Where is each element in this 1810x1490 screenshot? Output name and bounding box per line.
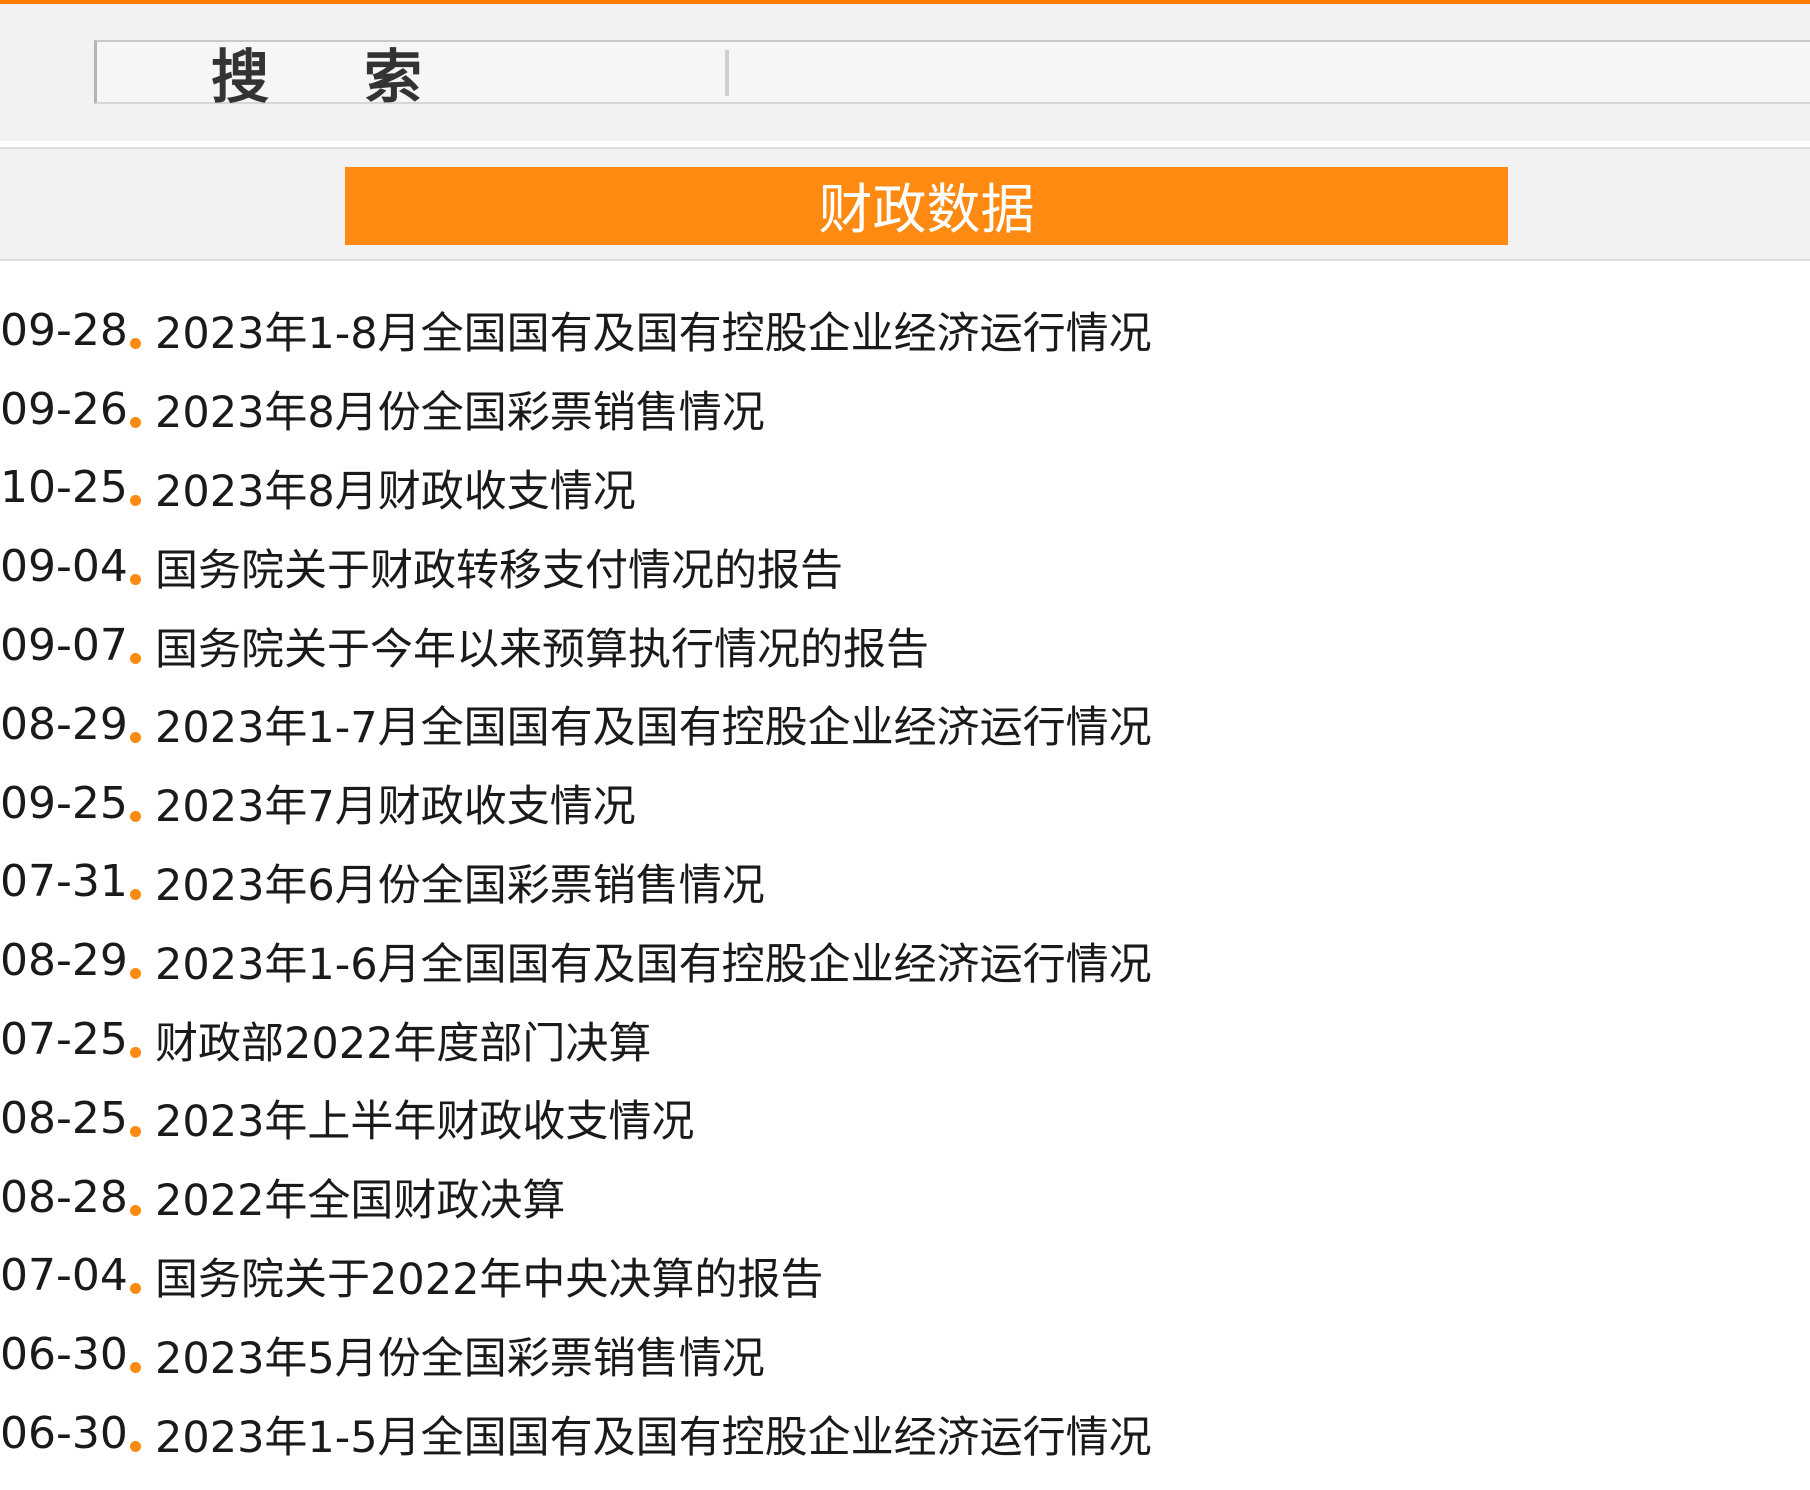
bullet-icon bbox=[130, 889, 141, 901]
news-date: 08-28 bbox=[0, 1171, 128, 1223]
search-divider bbox=[725, 50, 729, 96]
news-date: 08-25 bbox=[0, 1092, 128, 1144]
news-title-link[interactable]: 2023年1-8月全国国有及国有控股企业经济运行情况 bbox=[155, 299, 1152, 361]
news-date: 09-25 bbox=[0, 777, 128, 829]
news-item[interactable]: 08-29 2023年1-6月全国国有及国有控股企业经济运行情况 bbox=[0, 921, 1810, 1000]
news-date: 06-30 bbox=[0, 1329, 128, 1381]
news-date: 09-04 bbox=[0, 541, 128, 593]
news-title-link[interactable]: 财政部2022年度部门决算 bbox=[155, 1009, 651, 1071]
news-title-link[interactable]: 2023年1-7月全国国有及国有控股企业经济运行情况 bbox=[155, 693, 1152, 755]
news-date: 06-30 bbox=[0, 1408, 128, 1460]
news-date: 07-31 bbox=[0, 856, 128, 908]
news-date: 09-28 bbox=[0, 304, 128, 356]
news-title-link[interactable]: 国务院关于今年以来预算执行情况的报告 bbox=[155, 615, 929, 677]
news-title-link[interactable]: 2023年1-6月全国国有及国有控股企业经济运行情况 bbox=[155, 930, 1152, 992]
bullet-icon bbox=[130, 653, 141, 665]
news-date: 09-26 bbox=[0, 383, 128, 435]
bullet-icon bbox=[130, 495, 141, 507]
news-item[interactable]: 10-25 2023年8月财政收支情况 bbox=[0, 449, 1810, 528]
news-item[interactable]: 08-29 2023年1-7月全国国有及国有控股企业经济运行情况 bbox=[0, 685, 1810, 764]
bullet-icon bbox=[130, 1283, 141, 1295]
news-item[interactable]: 09-28 2023年1-8月全国国有及国有控股企业经济运行情况 bbox=[0, 291, 1810, 370]
bullet-icon bbox=[130, 337, 141, 349]
bullet-icon bbox=[130, 1204, 141, 1216]
bullet-icon bbox=[130, 1047, 141, 1059]
news-date: 09-07 bbox=[0, 620, 128, 672]
news-title-link[interactable]: 国务院关于财政转移支付情况的报告 bbox=[155, 536, 843, 598]
news-item[interactable]: 08-28 2022年全国财政决算 bbox=[0, 1158, 1810, 1237]
bullet-icon bbox=[130, 574, 141, 586]
news-title-link[interactable]: 2022年全国财政决算 bbox=[155, 1166, 565, 1228]
news-date: 10-25 bbox=[0, 462, 128, 514]
bullet-icon bbox=[130, 810, 141, 822]
search-button[interactable]: 搜索 bbox=[97, 42, 727, 111]
news-item[interactable]: 08-25 2023年上半年财政收支情况 bbox=[0, 1079, 1810, 1158]
news-title-link[interactable]: 2023年5月份全国彩票销售情况 bbox=[155, 1324, 765, 1386]
section-title: 财政数据 bbox=[345, 167, 1508, 245]
news-title-link[interactable]: 2023年上半年财政收支情况 bbox=[155, 1087, 694, 1149]
section-header: 财政数据 bbox=[0, 147, 1810, 261]
news-date: 08-29 bbox=[0, 935, 128, 987]
news-date: 08-29 bbox=[0, 698, 128, 750]
news-item[interactable]: 06-30 2023年1-5月全国国有及国有控股企业经济运行情况 bbox=[0, 1394, 1810, 1473]
search-box: 搜索 bbox=[94, 40, 1810, 111]
news-title-link[interactable]: 国务院关于2022年中央决算的报告 bbox=[155, 1245, 823, 1307]
news-item[interactable]: 07-25 财政部2022年度部门决算 bbox=[0, 1000, 1810, 1079]
bullet-icon bbox=[130, 1362, 141, 1374]
news-item[interactable]: 07-04 国务院关于2022年中央决算的报告 bbox=[0, 1237, 1810, 1316]
news-list: 09-28 2023年1-8月全国国有及国有控股企业经济运行情况 09-26 2… bbox=[0, 291, 1810, 1473]
news-item[interactable]: 06-30 2023年5月份全国彩票销售情况 bbox=[0, 1315, 1810, 1394]
news-title-link[interactable]: 2023年7月财政收支情况 bbox=[155, 772, 636, 834]
news-item[interactable]: 09-26 2023年8月份全国彩票销售情况 bbox=[0, 370, 1810, 449]
news-item[interactable]: 07-31 2023年6月份全国彩票销售情况 bbox=[0, 843, 1810, 922]
bullet-icon bbox=[130, 731, 141, 743]
news-title-link[interactable]: 2023年8月份全国彩票销售情况 bbox=[155, 378, 765, 440]
news-date: 07-04 bbox=[0, 1250, 128, 1302]
news-date: 07-25 bbox=[0, 1014, 128, 1066]
news-title-link[interactable]: 2023年1-5月全国国有及国有控股企业经济运行情况 bbox=[155, 1403, 1152, 1465]
bullet-icon bbox=[130, 1441, 141, 1453]
news-title-link[interactable]: 2023年8月财政收支情况 bbox=[155, 457, 636, 519]
news-item[interactable]: 09-04 国务院关于财政转移支付情况的报告 bbox=[0, 527, 1810, 606]
search-bar: 搜索 bbox=[0, 4, 1810, 141]
bullet-icon bbox=[130, 968, 141, 980]
news-title-link[interactable]: 2023年6月份全国彩票销售情况 bbox=[155, 851, 765, 913]
bullet-icon bbox=[130, 1125, 141, 1137]
bullet-icon bbox=[130, 416, 141, 428]
news-item[interactable]: 09-07 国务院关于今年以来预算执行情况的报告 bbox=[0, 606, 1810, 685]
search-input[interactable] bbox=[737, 46, 1810, 100]
news-item[interactable]: 09-25 2023年7月财政收支情况 bbox=[0, 764, 1810, 843]
